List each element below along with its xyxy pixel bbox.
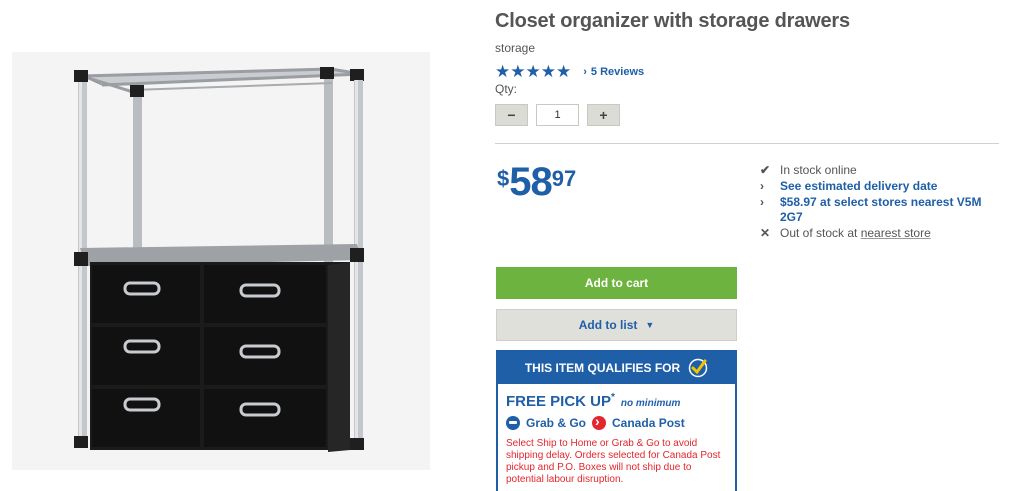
x-icon: ✕ bbox=[760, 226, 771, 240]
stock-online-row: ✔ In stock online bbox=[760, 163, 1005, 178]
canada-post-icon bbox=[592, 413, 607, 430]
product-title: Closet organizer with storage drawers bbox=[495, 10, 850, 32]
chevron-right-icon: › bbox=[583, 65, 587, 78]
quantity-label: Qty: bbox=[495, 82, 518, 96]
stock-info: ✔ In stock online › See estimated delive… bbox=[760, 163, 1005, 242]
free-pickup-title: FREE PICK UP* bbox=[506, 392, 615, 410]
price-currency: $ bbox=[497, 166, 510, 191]
quantity-input[interactable] bbox=[536, 104, 579, 126]
closet-organizer-illustration bbox=[12, 52, 430, 470]
star-icon: ★ bbox=[510, 62, 526, 81]
caret-down-icon: ▼ bbox=[645, 320, 655, 330]
stock-online-text: In stock online bbox=[780, 163, 857, 177]
delivery-date-label: See estimated delivery date bbox=[780, 179, 938, 193]
store-price-link[interactable]: › $58.97 at select stores nearest V5M 2G… bbox=[760, 195, 1005, 225]
free-pickup-line: FREE PICK UP* no minimum bbox=[506, 392, 735, 410]
quantity-stepper: − + bbox=[495, 104, 620, 126]
chevron-right-icon: › bbox=[760, 195, 764, 209]
add-to-cart-button[interactable]: Add to cart bbox=[496, 267, 737, 299]
promo-header: THIS ITEM QUALIFIES FOR bbox=[498, 352, 735, 384]
no-minimum-note: no minimum bbox=[620, 398, 681, 409]
grab-and-go-icon bbox=[506, 416, 520, 430]
star-icon: ★ bbox=[556, 62, 572, 81]
quantity-decrement-button[interactable]: − bbox=[495, 104, 528, 126]
star-rating: ★ ★ ★ ★ ★ bbox=[495, 63, 571, 80]
shipping-notice: Select Ship to Home or Grab & Go to avoi… bbox=[506, 438, 721, 485]
promo-header-text: THIS ITEM QUALIFIES FOR bbox=[524, 361, 681, 375]
chevron-right-icon: › bbox=[760, 179, 764, 193]
price-dollars: 58 bbox=[509, 160, 552, 204]
nearest-store-link[interactable]: nearest store bbox=[861, 226, 931, 240]
delivery-date-link[interactable]: › See estimated delivery date bbox=[760, 179, 1005, 194]
divider bbox=[495, 143, 999, 144]
price-cents: 97 bbox=[551, 166, 577, 191]
pickup-promo: THIS ITEM QUALIFIES FOR FREE PICK UP* no… bbox=[496, 350, 737, 491]
grab-and-go-label: Grab & Go bbox=[526, 416, 587, 430]
star-icon: ★ bbox=[495, 62, 511, 81]
add-to-list-label: Add to list bbox=[578, 318, 638, 332]
store-stock-row: ✕ Out of stock at nearest store bbox=[760, 226, 1005, 241]
star-icon: ★ bbox=[525, 62, 541, 81]
star-icon: ★ bbox=[540, 62, 556, 81]
price: $ 58 97 bbox=[497, 160, 576, 204]
footnote-mark: * bbox=[611, 392, 615, 403]
canada-post-label: Canada Post bbox=[612, 416, 685, 430]
add-to-list-button[interactable]: Add to list ▼ bbox=[496, 309, 737, 341]
product-category: storage bbox=[495, 41, 536, 55]
product-image[interactable] bbox=[12, 52, 430, 470]
reviews-link-label: 5 Reviews bbox=[590, 65, 645, 78]
pickup-methods: Grab & Go Canada Post bbox=[506, 413, 735, 430]
quantity-increment-button[interactable]: + bbox=[587, 104, 620, 126]
store-price-label: $58.97 at select stores nearest V5M 2G7 bbox=[780, 195, 982, 224]
reviews-link[interactable]: › 5 Reviews bbox=[583, 66, 644, 78]
store-stock-text: Out of stock at bbox=[780, 226, 861, 240]
rating-row: ★ ★ ★ ★ ★ › 5 Reviews bbox=[495, 63, 644, 80]
check-icon: ✔ bbox=[760, 163, 771, 177]
checkmark-badge-icon bbox=[688, 358, 708, 378]
